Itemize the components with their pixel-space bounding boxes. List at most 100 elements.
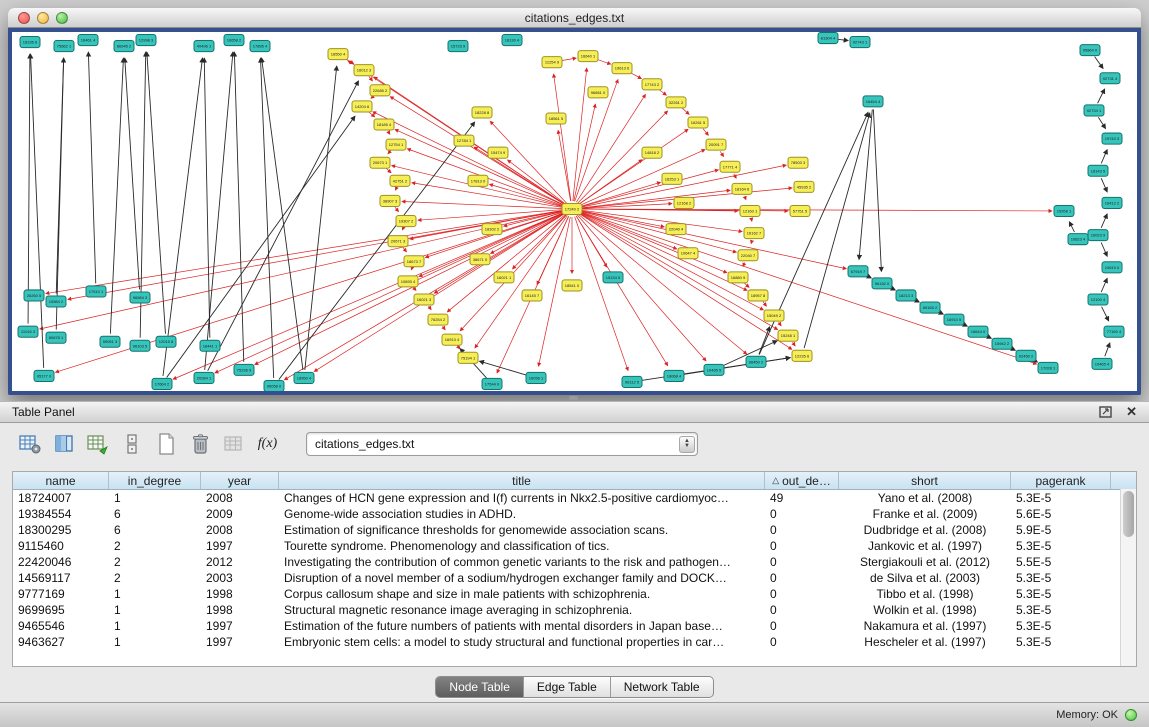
graph-edge[interactable] xyxy=(580,190,730,208)
graph-node[interactable]: 96058 0 xyxy=(264,380,284,391)
graph-node[interactable]: 59051 3 xyxy=(100,336,120,347)
column-header-year[interactable]: year xyxy=(201,472,279,489)
graph-edge[interactable] xyxy=(457,346,460,349)
graph-edge[interactable] xyxy=(578,214,747,354)
graph-node[interactable]: 16261 5 xyxy=(688,117,708,128)
graph-edge[interactable] xyxy=(395,207,399,211)
graph-node[interactable]: 17895 4 xyxy=(250,41,270,52)
graph-node[interactable]: 18228 8 xyxy=(472,107,492,118)
network-canvas[interactable]: 17240 218550 416012 322685 214204 618185… xyxy=(12,32,1137,391)
graph-edge[interactable] xyxy=(539,217,571,366)
graph-edge[interactable] xyxy=(46,210,564,293)
graph-node[interactable]: 15984 2 xyxy=(46,296,66,307)
graph-edge[interactable] xyxy=(402,201,564,208)
graph-node[interactable]: 18957 8 xyxy=(748,290,768,301)
graph-node[interactable]: 16021 1 xyxy=(494,272,514,283)
graph-node[interactable]: 67919 7 xyxy=(848,266,868,277)
import-table-icon[interactable] xyxy=(220,431,247,457)
graph-node[interactable]: 19743 3 xyxy=(1102,133,1122,144)
graph-node[interactable]: 15248 1 xyxy=(778,330,798,341)
graph-edge[interactable] xyxy=(576,94,645,202)
graph-node[interactable]: 15049 2 xyxy=(764,310,784,321)
column-header-name[interactable]: name xyxy=(13,472,109,489)
graph-node[interactable]: 16461 4 xyxy=(78,35,98,46)
graph-edge[interactable] xyxy=(1101,214,1107,228)
graph-edge[interactable] xyxy=(402,229,403,230)
graph-edge[interactable] xyxy=(56,58,63,293)
graph-node[interactable]: 17813 0 xyxy=(468,175,488,186)
tab-edge-table[interactable]: Edge Table xyxy=(524,677,611,697)
graph-edge[interactable] xyxy=(31,54,44,368)
graph-edge[interactable] xyxy=(1069,222,1074,232)
graph-node[interactable]: 18213 3 xyxy=(896,290,916,301)
graph-edge[interactable] xyxy=(147,52,166,334)
graph-node[interactable]: 22685 2 xyxy=(370,85,390,96)
graph-edge[interactable] xyxy=(490,184,565,206)
graph-node[interactable]: 18130 4 xyxy=(502,35,522,46)
graph-edge[interactable] xyxy=(873,109,881,271)
graph-edge[interactable] xyxy=(682,108,689,115)
graph-node[interactable]: 16913 4 xyxy=(442,334,462,345)
table-vertical-scrollbar[interactable] xyxy=(1120,489,1136,666)
graph-edge[interactable] xyxy=(1105,343,1110,356)
graph-edge[interactable] xyxy=(859,109,872,259)
graph-edge[interactable] xyxy=(1101,243,1107,257)
graph-edge[interactable] xyxy=(395,188,396,190)
graph-node[interactable]: 18302 2 xyxy=(482,224,502,235)
graph-edge[interactable] xyxy=(576,216,607,267)
table-row[interactable]: 1872400712008Changes of HCN gene express… xyxy=(13,490,1136,506)
graph-node[interactable]: 17510 1 xyxy=(86,286,106,297)
graph-edge[interactable] xyxy=(413,287,416,290)
graph-edge[interactable] xyxy=(205,52,233,370)
graph-node[interactable]: 10647 4 xyxy=(678,248,698,259)
graph-node[interactable]: 16021 3 xyxy=(414,294,434,305)
graph-node[interactable]: 15134 5 xyxy=(603,272,623,283)
graph-node[interactable]: 11016 3 xyxy=(18,326,38,337)
float-panel-icon[interactable] xyxy=(1099,406,1112,418)
new-table-icon[interactable] xyxy=(152,431,179,457)
graph-edge[interactable] xyxy=(554,74,571,201)
graph-node[interactable]: 92734 1 xyxy=(1084,105,1104,116)
graph-node[interactable]: 16880 9 xyxy=(728,272,748,283)
graph-node[interactable]: 17743 2 xyxy=(642,79,662,90)
table-row[interactable]: 1938455462009Genome-wide association stu… xyxy=(13,506,1136,522)
graph-node[interactable]: 95864 0 xyxy=(1080,45,1100,56)
graph-node[interactable]: 11254 9 xyxy=(542,57,562,68)
graph-edge[interactable] xyxy=(720,151,723,156)
graph-node[interactable]: 15942 2 xyxy=(992,338,1012,349)
graph-node[interactable]: 17544 0 xyxy=(482,378,502,389)
graph-node[interactable]: 18561 5 xyxy=(546,113,566,124)
scrollbar-thumb[interactable] xyxy=(1123,491,1134,537)
graph-node[interactable]: 10465 4 xyxy=(1092,358,1112,369)
graph-edge[interactable] xyxy=(388,151,391,154)
table-row[interactable]: 911546021997Tourette syndrome. Phenomeno… xyxy=(13,538,1136,554)
minimize-window-button[interactable] xyxy=(37,12,49,24)
graph-edge[interactable] xyxy=(480,361,529,375)
graph-node[interactable]: 18164 6 xyxy=(732,183,752,194)
graph-edge[interactable] xyxy=(1095,57,1103,69)
graph-node[interactable]: 80678 1 xyxy=(46,332,66,343)
graph-node[interactable]: 16145 7 xyxy=(522,290,542,301)
graph-edge[interactable] xyxy=(262,58,303,370)
table-row[interactable]: 1830029562008Estimation of significance … xyxy=(13,522,1136,538)
graph-node[interactable]: 16056 1 xyxy=(526,372,546,383)
graph-edge[interactable] xyxy=(395,129,565,205)
graph-node[interactable]: 12754 1 xyxy=(386,139,406,150)
column-header-pagerank[interactable]: pagerank xyxy=(1011,472,1111,489)
graph-node[interactable]: 86945 2 xyxy=(114,41,134,52)
graph-node[interactable]: 92743 1 xyxy=(850,37,870,48)
graph-node[interactable]: 26260 5 xyxy=(24,290,44,301)
column-header-out_de[interactable]: △out_de… xyxy=(765,472,839,489)
graph-node[interactable]: 38671 0 xyxy=(470,254,490,265)
graph-node[interactable]: 17028 1 xyxy=(1038,362,1058,373)
graph-edge[interactable] xyxy=(744,283,749,288)
graph-node[interactable]: 20671 3 xyxy=(388,236,408,247)
graph-edge[interactable] xyxy=(443,326,446,330)
graph-node[interactable]: 16454 4 xyxy=(863,96,883,107)
graph-node[interactable]: 16823 4 xyxy=(1068,234,1088,245)
row-height-icon[interactable] xyxy=(118,431,145,457)
graph-node[interactable]: 96584 3 xyxy=(130,292,150,303)
graph-node[interactable]: 16658 2 xyxy=(224,35,244,46)
graph-node[interactable]: 18673 7 xyxy=(404,256,424,267)
window-titlebar[interactable]: citations_edges.txt xyxy=(8,8,1141,28)
